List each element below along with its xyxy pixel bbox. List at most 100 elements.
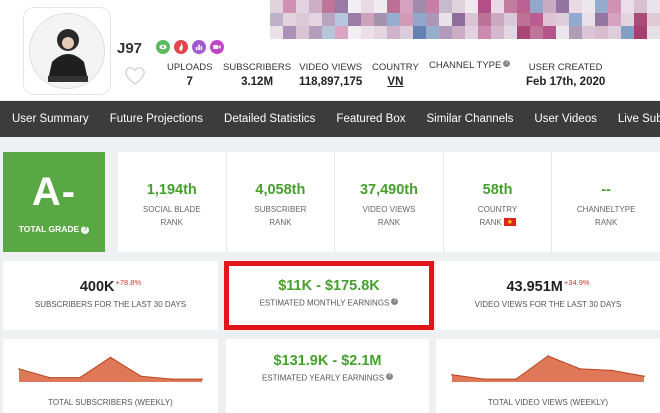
video-camera-icon[interactable] xyxy=(210,40,224,54)
rank-label: RANK xyxy=(479,218,502,227)
banner-pixel xyxy=(439,26,452,39)
banner-pixel xyxy=(595,0,608,13)
banner-pixel xyxy=(335,26,348,39)
rank-label: RANK xyxy=(377,218,401,227)
banner-pixel xyxy=(478,13,491,26)
rank-value: 37,490th xyxy=(359,182,418,198)
banner-pixel xyxy=(634,0,647,13)
rank-label: SOCIAL BLADE xyxy=(143,205,201,214)
banner-pixel xyxy=(348,13,361,26)
banner-pixel xyxy=(556,26,569,39)
grade-label: TOTAL GRADE xyxy=(18,224,80,234)
help-icon[interactable]: ? xyxy=(81,226,90,234)
banner-pixel xyxy=(322,0,335,13)
banner-pixel xyxy=(426,13,439,26)
subscribers-30-delta: +78.8% xyxy=(115,278,142,287)
banner-pixel xyxy=(647,0,660,13)
section-nav: User Summary Future Projections Detailed… xyxy=(0,101,660,137)
banner-pixel xyxy=(569,26,582,39)
banner-pixel xyxy=(621,13,634,26)
banner-pixel xyxy=(296,26,309,39)
chart-point xyxy=(547,355,549,357)
rank-value: -- xyxy=(601,182,611,198)
views-30-value: 43.951M xyxy=(506,279,563,295)
banner-pixel xyxy=(595,13,608,26)
chart-point xyxy=(79,376,81,379)
banner-pixel xyxy=(283,26,296,39)
banner-pixel xyxy=(309,0,322,13)
banner-pixel xyxy=(582,13,595,26)
rank-video-views: 37,490th VIDEO VIEWS RANK xyxy=(335,152,444,252)
rank-panel: 1,194th SOCIAL BLADE RANK 4,058th SUBSCRI… xyxy=(118,152,660,252)
chart-point xyxy=(140,375,142,377)
help-icon[interactable]: ? xyxy=(386,373,394,380)
banner-pixel xyxy=(504,0,517,13)
stat-label: COUNTRY xyxy=(372,62,419,73)
rank-label: CHANNELTYPE xyxy=(576,205,636,214)
stat-video-views: VIDEO VIEWS 118,897,175 xyxy=(299,62,362,88)
banner-pixel xyxy=(465,26,478,39)
grade-letter: A- xyxy=(31,170,77,214)
avatar[interactable] xyxy=(29,13,105,89)
banner-pixel xyxy=(413,0,426,13)
flame-icon[interactable] xyxy=(174,40,188,54)
chart-label: TOTAL SUBSCRIBERS (WEEKLY) xyxy=(48,398,173,407)
avatar-frame xyxy=(24,8,110,94)
nav-similar-channels[interactable]: Similar Channels xyxy=(426,113,513,125)
stat-label: USER CREATED xyxy=(528,62,603,73)
nav-future-projections[interactable]: Future Projections xyxy=(110,113,203,125)
nav-featured-box[interactable]: Featured Box xyxy=(336,113,405,125)
banner-pixel xyxy=(504,26,517,39)
country-link[interactable]: VN xyxy=(372,76,419,88)
banner-pixel xyxy=(634,26,647,39)
stat-value: 7 xyxy=(186,76,193,88)
heart-icon[interactable] xyxy=(124,66,146,86)
views-30-delta: +34.9% xyxy=(563,278,590,287)
nav-user-summary[interactable]: User Summary xyxy=(12,113,89,125)
rank-label: RANK xyxy=(160,218,183,227)
stat-value: Feb 17th, 2020 xyxy=(526,76,606,88)
banner-pixel xyxy=(387,0,400,13)
banner-pixel xyxy=(335,13,348,26)
banner-pixel xyxy=(452,26,465,39)
nav-live-subscriber-count[interactable]: Live Subscriber C xyxy=(618,113,660,125)
rank-country: 58th COUNTRY RANK xyxy=(444,152,553,252)
banner-pixel xyxy=(335,0,348,13)
nav-user-videos[interactable]: User Videos xyxy=(534,113,596,125)
banner-pixel xyxy=(452,13,465,26)
stat-label: VIDEO VIEWS xyxy=(299,62,363,73)
yearly-earnings-label: ESTIMATED YEARLY EARNINGS xyxy=(261,373,385,383)
banner-pixel xyxy=(387,26,400,39)
banner-pixel xyxy=(647,13,660,26)
stat-subscribers: SUBSCRIBERS 3.12M xyxy=(223,62,291,88)
banner-pixel xyxy=(621,0,634,13)
banner-pixel xyxy=(361,13,374,26)
banner-pixel xyxy=(569,13,582,26)
banner-pixel xyxy=(530,0,543,13)
banner-pixel xyxy=(556,13,569,26)
banner-pixel xyxy=(491,13,504,26)
stat-label: CHANNEL TYPE xyxy=(429,60,502,72)
banner-pixel xyxy=(309,13,322,26)
banner-pixel xyxy=(322,13,335,26)
banner-pixel xyxy=(283,13,296,26)
banner-pixel xyxy=(270,13,283,26)
chart-label: TOTAL VIDEO VIEWS (WEEKLY) xyxy=(487,398,609,407)
banner-pixel xyxy=(426,26,439,39)
banner-pixel xyxy=(504,13,517,26)
nav-detailed-statistics[interactable]: Detailed Statistics xyxy=(224,113,315,125)
chart-icon[interactable] xyxy=(192,40,206,54)
banner-pixel xyxy=(478,0,491,13)
help-icon[interactable]: ? xyxy=(503,60,511,67)
eye-icon[interactable] xyxy=(156,40,170,54)
chart-point xyxy=(579,368,581,370)
stat-label: UPLOADS xyxy=(167,62,213,73)
banner-pixel xyxy=(608,0,621,13)
banner-pixel xyxy=(595,26,608,39)
banner-pixel xyxy=(413,13,426,26)
banner-pixel xyxy=(400,0,413,13)
banner-pixel xyxy=(530,13,543,26)
banner-pixel xyxy=(309,26,322,39)
chart-point xyxy=(643,375,645,377)
stat-channel-type: CHANNEL TYPE? xyxy=(429,60,511,74)
